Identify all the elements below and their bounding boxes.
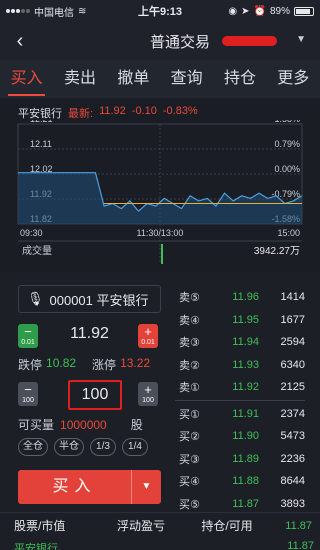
tab-more[interactable]: 更多 bbox=[267, 60, 320, 98]
price-increase-button[interactable]: + 0.01 bbox=[138, 324, 158, 348]
y-tick-label-left: 12.11 bbox=[30, 139, 52, 149]
col-price: 11.87 bbox=[285, 519, 312, 532]
y-tick-label-right: 1.58% bbox=[274, 120, 300, 124]
limit-prices: 跌停 10.82 涨停 13.22 bbox=[18, 356, 151, 372]
ask-row[interactable]: 卖③ 11.94 2594 bbox=[175, 331, 305, 354]
price-input[interactable]: 11.92 bbox=[58, 325, 121, 343]
nav-bar: ‹ 普通交易 ▼ bbox=[0, 22, 320, 60]
order-book-divider bbox=[175, 399, 305, 401]
ratio-full-button[interactable]: 全仓 bbox=[18, 438, 48, 456]
tab-sell[interactable]: 卖出 bbox=[53, 60, 106, 98]
buy-options-dropdown-icon[interactable]: ▼ bbox=[131, 470, 161, 504]
quantity-increase-button[interactable]: + 100 bbox=[138, 382, 158, 406]
available-quantity-value: 1000000 bbox=[60, 417, 107, 432]
col-floating-pnl: 浮动盈亏 bbox=[116, 519, 165, 533]
quantity-decrease-button[interactable]: − 100 bbox=[18, 382, 38, 406]
chart-latest-price: 11.92 bbox=[99, 105, 126, 117]
chart-stock-name: 平安银行 bbox=[18, 108, 62, 120]
stock-code-name: 000001 平安银行 bbox=[49, 292, 149, 308]
chart-header: 平安银行 最新: 11.92 -0.10 -0.83% bbox=[18, 105, 198, 121]
ask-row[interactable]: 卖④ 11.95 1677 bbox=[175, 309, 305, 332]
bid-row[interactable]: 买② 11.90 5473 bbox=[175, 425, 305, 448]
volume-label: 成交量 bbox=[22, 244, 52, 257]
position-row[interactable]: 平安银行 11.87 bbox=[14, 540, 314, 550]
battery-icon bbox=[294, 6, 314, 16]
volume-value: 3942.27万 bbox=[254, 246, 300, 257]
buy-button[interactable]: 买入 ▼ bbox=[18, 470, 161, 504]
chart-change-pct: -0.83% bbox=[162, 105, 198, 117]
limit-down-price: 10.82 bbox=[46, 356, 77, 370]
intraday-chart: 12.211.58%12.110.79%12.020.00%11.92-0.79… bbox=[17, 120, 303, 264]
quantity-input[interactable]: 100 bbox=[68, 380, 122, 410]
ask-row[interactable]: 卖② 11.93 6340 bbox=[175, 354, 305, 377]
ratio-quarter-button[interactable]: 1/4 bbox=[122, 438, 148, 456]
x-tick-label: 09:30 bbox=[20, 228, 43, 238]
y-tick-label-right: 0.00% bbox=[274, 164, 300, 174]
wifi-icon: ≋ bbox=[78, 5, 87, 17]
account-redaction bbox=[222, 36, 277, 46]
tab-query[interactable]: 查询 bbox=[160, 60, 213, 98]
chart-change: -0.10 bbox=[131, 105, 157, 117]
tab-buy[interactable]: 买入 bbox=[0, 60, 53, 98]
battery-percent: 89% bbox=[269, 5, 290, 17]
bid-row[interactable]: 买④ 11.88 8644 bbox=[175, 470, 305, 493]
status-bar: 中国电信 ≋ 上午9:13 ◉ ➤ ⏰ 89% bbox=[0, 0, 320, 22]
x-tick-label: 11:30/13:00 bbox=[137, 228, 184, 238]
position-ratio-buttons: 全仓 半仓 1/3 1/4 bbox=[18, 438, 148, 456]
available-quantity: 可买量 1000000 股 bbox=[18, 417, 143, 433]
ask-row[interactable]: 卖① 11.92 2125 bbox=[175, 376, 305, 399]
buy-button-label[interactable]: 买入 bbox=[18, 470, 131, 504]
tab-holdings[interactable]: 持仓 bbox=[213, 60, 266, 98]
microphone-icon[interactable]: 🎙 bbox=[27, 291, 44, 307]
trade-tabs: 买入 卖出 撤单 查询 持仓 更多 bbox=[0, 60, 320, 98]
order-book: 卖⑤ 11.96 1414 卖④ 11.95 1677 卖③ 11.94 2594 卖② 11… bbox=[175, 286, 305, 515]
price-decrease-button[interactable]: − 0.01 bbox=[18, 324, 38, 348]
status-time: 上午9:13 bbox=[137, 6, 183, 18]
x-tick-label: 15:00 bbox=[277, 228, 300, 238]
carrier-label: 中国电信 bbox=[34, 7, 74, 19]
ask-row[interactable]: 卖⑤ 11.96 1414 bbox=[175, 286, 305, 309]
signal-icon bbox=[6, 9, 30, 13]
account-dropdown-icon[interactable]: ▼ bbox=[296, 34, 306, 45]
bid-row[interactable]: 买③ 11.89 2236 bbox=[175, 448, 305, 471]
back-icon[interactable]: ‹ bbox=[0, 30, 40, 53]
page-title: 普通交易 bbox=[149, 33, 210, 51]
alarm-icon: ⏰ bbox=[253, 5, 266, 17]
col-stock-value: 股票/市值 bbox=[14, 519, 66, 533]
stock-selector[interactable]: 🎙 000001 平安银行 bbox=[18, 285, 161, 313]
price-stepper: − 0.01 11.92 + 0.01 bbox=[18, 322, 161, 352]
ratio-third-button[interactable]: 1/3 bbox=[90, 438, 116, 456]
y-tick-label-left: 12.21 bbox=[30, 120, 53, 124]
col-holding-available: 持仓/可用 bbox=[201, 519, 253, 533]
positions-header: 股票/市值 浮动盈亏 持仓/可用 11.87 bbox=[0, 512, 320, 538]
location-icon: ➤ bbox=[241, 5, 250, 17]
tab-cancel[interactable]: 撤单 bbox=[107, 60, 160, 98]
y-tick-label-right: 0.79% bbox=[274, 139, 300, 149]
ratio-half-button[interactable]: 半仓 bbox=[54, 438, 84, 456]
limit-up-price: 13.22 bbox=[120, 356, 151, 370]
bid-row[interactable]: 买① 11.91 2374 bbox=[175, 403, 305, 426]
lock-rotation-icon: ◉ bbox=[228, 5, 238, 17]
chart-latest-label: 最新: bbox=[68, 108, 94, 120]
quantity-stepper: − 100 100 + 100 bbox=[18, 380, 161, 410]
